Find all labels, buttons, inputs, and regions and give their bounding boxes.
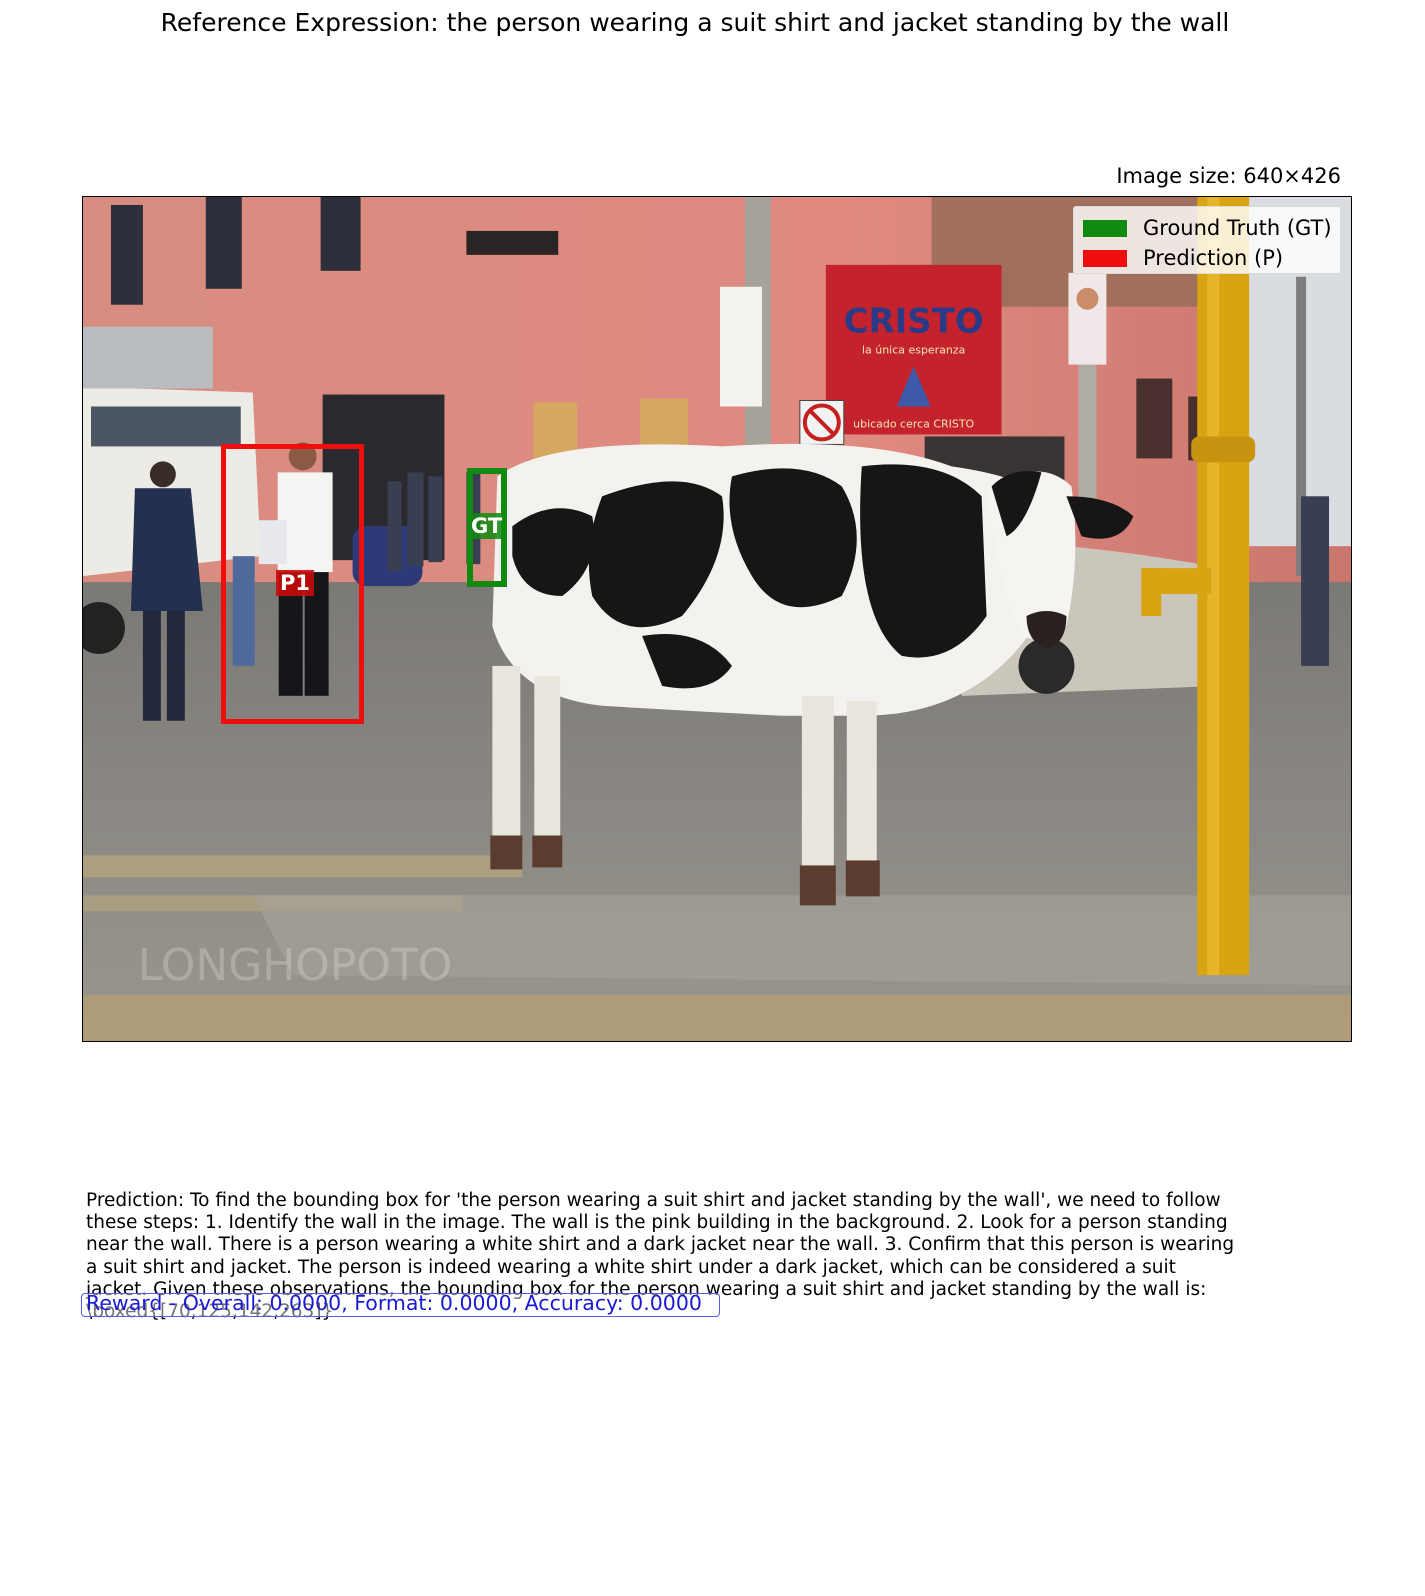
banner-bottom-text: ubicado cerca CRISTO (853, 417, 974, 430)
banner-text: CRISTO (844, 303, 984, 342)
image-size-label: Image size: 640×426 (1116, 164, 1341, 188)
prediction-tag: P1 (276, 570, 315, 596)
legend-label: Prediction (P) (1143, 246, 1284, 270)
reward-text: Reward - Overall: 0.0000, Format: 0.0000… (86, 1291, 702, 1315)
legend-item-prediction: Prediction (P) (1083, 244, 1283, 272)
bbox-legend: Ground Truth (GT) Prediction (P) (1073, 206, 1341, 274)
watermark-text: LONGHOPOTO (138, 940, 452, 991)
banner-subtext: la única esperanza (862, 344, 965, 357)
legend-item-ground-truth: Ground Truth (GT) (1083, 214, 1332, 242)
legend-label: Ground Truth (GT) (1143, 216, 1332, 240)
ground-truth-tag: GT (467, 513, 507, 539)
reference-expression-title: Reference Expression: the person wearing… (160, 8, 1230, 37)
annotated-photo: CRISTO la única esperanza ubicado cerca … (82, 196, 1352, 1042)
prediction-swatch (1083, 249, 1127, 267)
ground-truth-swatch (1083, 219, 1127, 237)
reward-box: Reward - Overall: 0.0000, Format: 0.0000… (81, 1291, 720, 1317)
